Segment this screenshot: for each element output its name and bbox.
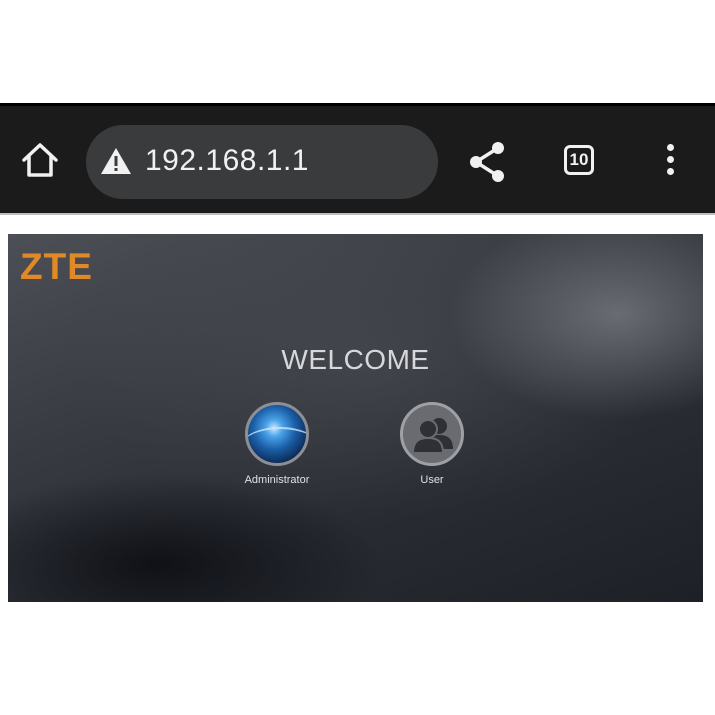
home-icon [22,143,58,177]
tabs-button[interactable]: 10 [564,145,594,175]
home-button[interactable] [20,140,60,180]
share-icon [470,142,504,182]
administrator-label: Administrator [244,474,310,486]
user-account-button[interactable]: User [382,402,482,486]
warning-icon [101,148,131,174]
zte-logo: ZTE [20,246,93,287]
user-label: User [420,474,444,486]
administrator-account-button[interactable]: Administrator [227,402,327,486]
address-bar[interactable]: 192.168.1.1 [86,125,438,199]
url-text[interactable]: 192.168.1.1 [145,143,309,179]
admin-avatar-icon [245,402,309,466]
welcome-heading: WELCOME [281,344,430,375]
more-vert-icon [660,144,680,175]
router-login-page: ZTE WELCOME Administrator User [8,234,703,602]
user-group-icon [400,402,464,466]
share-button[interactable] [466,140,508,184]
toolbar-divider [0,213,715,215]
tab-count: 10 [569,150,589,169]
more-menu-button[interactable] [660,144,680,184]
browser-toolbar: 192.168.1.1 10 [0,103,715,213]
